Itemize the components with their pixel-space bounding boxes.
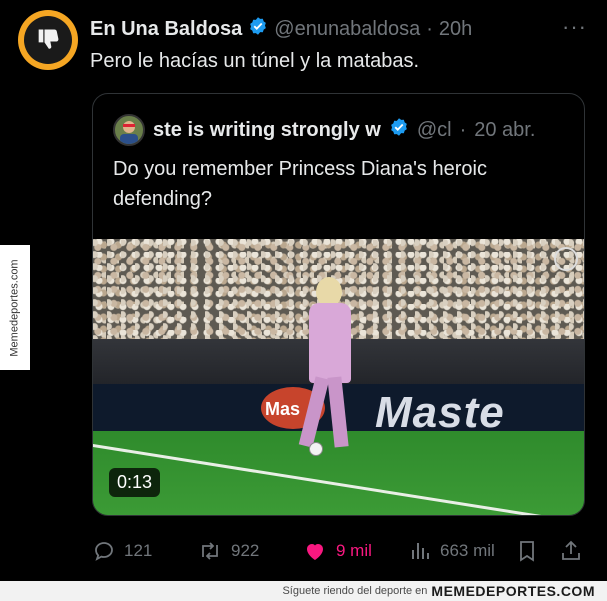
verified-badge-icon — [389, 117, 409, 143]
like-count: 9 mil — [336, 541, 372, 560]
share-button[interactable] — [560, 537, 582, 565]
footer-brand: MEMEDEPORTES.COM — [431, 583, 595, 599]
player-figure — [298, 277, 361, 457]
repost-icon — [202, 542, 218, 560]
tweet-header: En Una Baldosa @enunabaldosa · 20h — [90, 16, 472, 42]
quoted-tweet[interactable]: ste is writing strongly w @cl · 20 abr. … — [92, 93, 585, 516]
tweet-text: Pero le hacías un túnel y la matabas. — [90, 50, 420, 72]
thumbs-down-icon — [24, 16, 72, 64]
separator: · — [426, 17, 433, 40]
football-icon — [309, 442, 323, 456]
share-icon — [562, 540, 580, 560]
side-watermark-text: Memedeportes.com — [9, 258, 21, 357]
views-count: 663 mil — [440, 541, 495, 560]
quoted-tweet-text: Do you remember Princess Diana's heroic … — [113, 158, 487, 210]
separator: · — [459, 118, 467, 141]
like-button[interactable]: 9 mil — [302, 537, 372, 565]
reply-button[interactable]: 121 — [92, 537, 152, 565]
reply-icon — [95, 542, 113, 561]
tweet-actions: 121 922 9 mil 663 mil — [92, 537, 585, 565]
heart-icon — [307, 544, 323, 560]
author-name[interactable]: En Una Baldosa — [90, 18, 242, 41]
footer-text: Síguete riendo del deporte en — [282, 585, 428, 597]
bookmark-button[interactable] — [517, 537, 537, 565]
repost-button[interactable]: 922 — [197, 537, 259, 565]
footer-watermark: Síguete riendo del deporte en MEMEDEPORT… — [0, 581, 607, 601]
author-handle[interactable]: @enunabaldosa — [274, 18, 420, 41]
timestamp[interactable]: 20h — [439, 18, 472, 41]
views-button[interactable]: 663 mil — [410, 537, 495, 565]
views-icon — [412, 543, 429, 559]
bookmark-icon — [520, 541, 534, 562]
verified-badge-icon — [248, 16, 268, 42]
repost-count: 922 — [231, 541, 260, 560]
more-options-button[interactable]: ··· — [562, 14, 587, 40]
quoted-timestamp[interactable]: 20 abr. — [474, 119, 535, 142]
reply-count: 121 — [124, 541, 153, 560]
quoted-avatar[interactable] — [113, 114, 145, 146]
video-duration: 0:13 — [109, 468, 161, 497]
quoted-author-handle[interactable]: @cl — [417, 119, 452, 142]
avatar[interactable] — [18, 10, 78, 70]
advertising-logo-text: Mas — [265, 399, 301, 419]
quoted-tweet-header: ste is writing strongly w @cl · 20 abr. — [113, 114, 535, 146]
video-player[interactable]: Mas Maste 0:13 — [93, 239, 584, 515]
quoted-author-name[interactable]: ste is writing strongly w — [153, 119, 381, 142]
side-watermark: Memedeportes.com — [0, 245, 30, 370]
club-crest-icon — [554, 247, 578, 271]
